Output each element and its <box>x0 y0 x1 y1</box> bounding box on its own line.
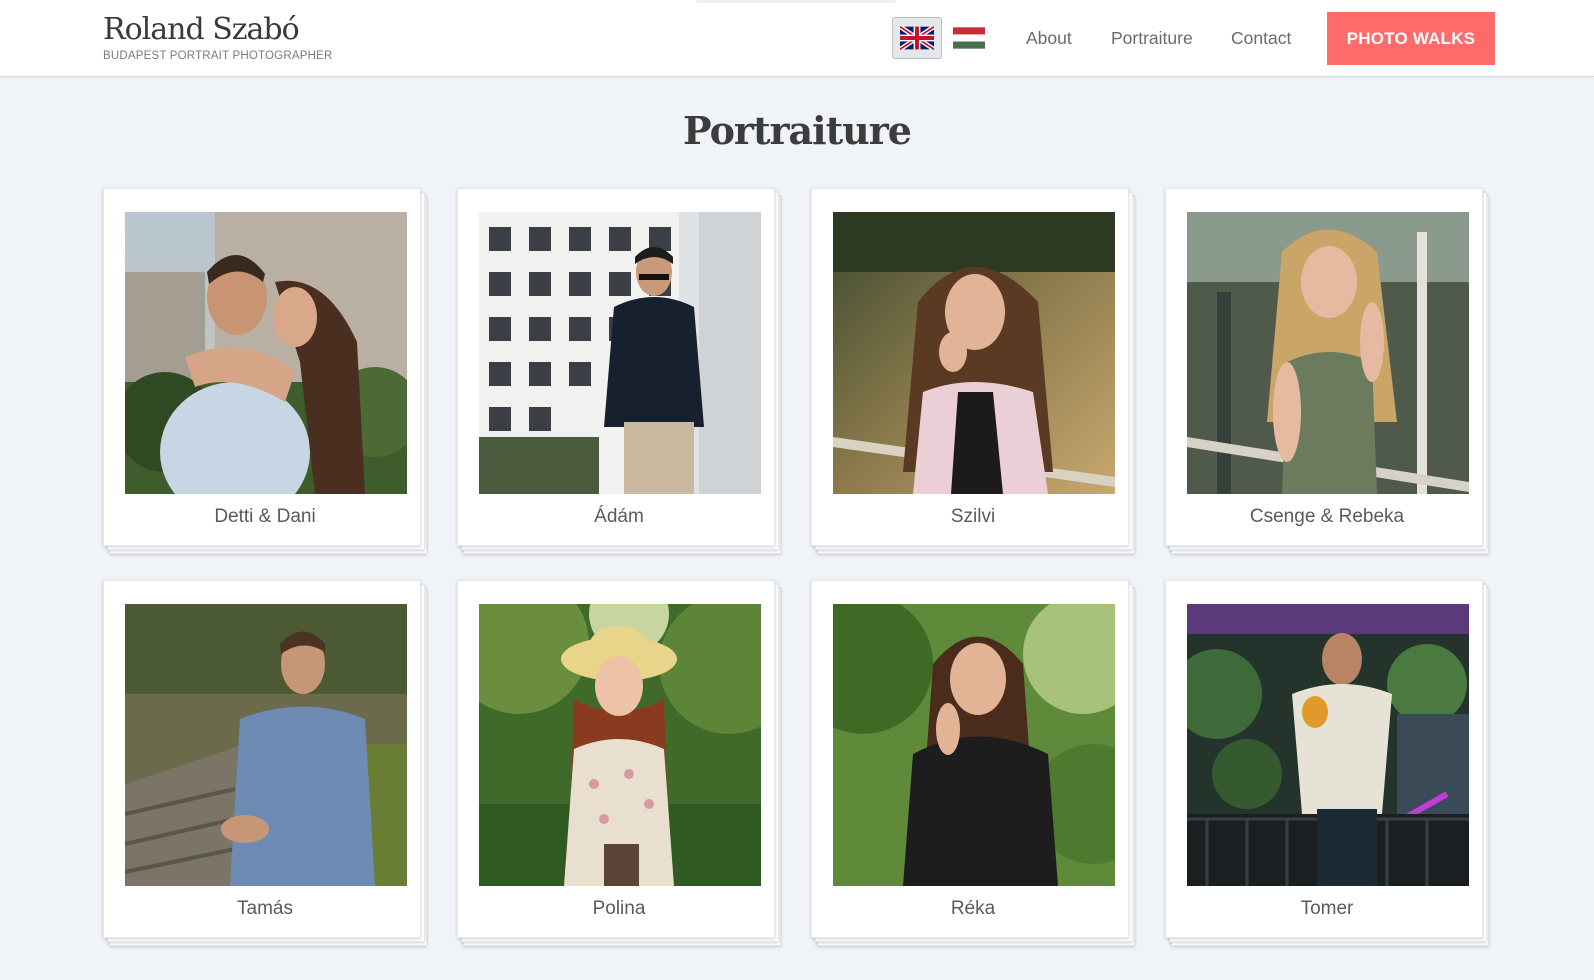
hungary-flag-icon <box>953 27 985 49</box>
gallery-card-name: Réka <box>950 898 996 919</box>
gallery-card-name: Tomer <box>1300 898 1354 919</box>
portrait-photo <box>1187 604 1469 886</box>
gallery-card-adam[interactable]: Ádám <box>457 188 781 554</box>
gallery-card-polina[interactable]: Polina <box>457 580 781 946</box>
brand-tagline: BUDAPEST PORTRAIT PHOTOGRAPHER <box>103 50 333 62</box>
uk-flag-icon <box>900 26 934 50</box>
gallery-card-reka[interactable]: Réka <box>811 580 1135 946</box>
page-title: Portraiture <box>683 108 912 153</box>
gallery-card-tomer[interactable]: Tomer <box>1165 580 1489 946</box>
language-english-button[interactable] <box>892 17 942 59</box>
portrait-photo <box>1187 212 1469 494</box>
photo-walks-button[interactable]: PHOTO WALKS <box>1327 12 1495 65</box>
nav-contact-link[interactable]: Contact <box>1231 0 1291 77</box>
site-header: Roland Szabó BUDAPEST PORTRAIT PHOTOGRAP… <box>0 0 1594 77</box>
scroll-handle <box>696 0 896 3</box>
gallery-card-name: Ádám <box>594 506 644 527</box>
gallery-card-name: Detti & Dani <box>214 506 316 527</box>
nav-portraiture-link[interactable]: Portraiture <box>1111 0 1193 77</box>
portrait-photo <box>479 604 761 886</box>
portrait-photo <box>479 212 761 494</box>
brand-logo[interactable]: Roland Szabó BUDAPEST PORTRAIT PHOTOGRAP… <box>103 12 332 62</box>
brand-name: Roland Szabó <box>103 12 300 47</box>
gallery-card-csenge-rebeka[interactable]: Csenge & Rebeka <box>1165 188 1489 554</box>
portrait-photo <box>125 212 407 494</box>
gallery-card-tamas[interactable]: Tamás <box>103 580 427 946</box>
gallery-card-name: Polina <box>592 898 646 919</box>
gallery-card-name: Szilvi <box>950 506 996 527</box>
language-hungarian-button[interactable] <box>944 17 994 59</box>
portrait-photo <box>833 212 1115 494</box>
portrait-photo <box>125 604 407 886</box>
gallery-card-name: Csenge & Rebeka <box>1249 506 1405 527</box>
gallery-card-detti-dani[interactable]: Detti & Dani <box>103 188 427 554</box>
gallery-card-name: Tamás <box>237 898 293 919</box>
gallery-card-szilvi[interactable]: Szilvi <box>811 188 1135 554</box>
nav-about-link[interactable]: About <box>1026 0 1072 77</box>
portrait-photo <box>833 604 1115 886</box>
